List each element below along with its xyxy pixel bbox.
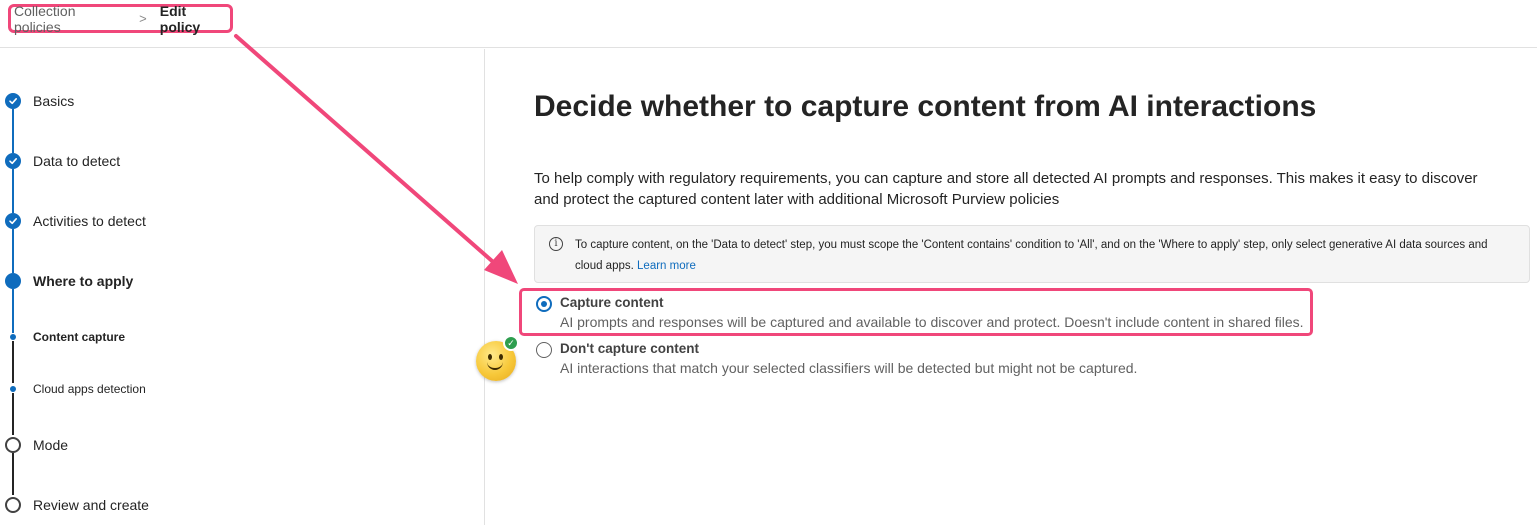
step-connector [12,341,14,383]
top-bar: Collection policies > Edit policy [0,0,1537,48]
step-completed-check-icon [5,213,21,229]
checkmark-icon [9,218,17,225]
smiley-emoji-icon: ✓ [476,335,519,381]
step-empty-circle-icon [5,497,21,513]
page-description: To help comply with regulatory requireme… [534,170,1478,208]
info-message-text: To capture content, on the 'Data to dete… [575,239,1488,272]
capture-content-description: AI prompts and responses will be capture… [560,314,1304,330]
step-data-to-detect[interactable]: Data to detect [33,153,120,169]
dont-capture-content-radio[interactable] [536,342,552,358]
info-message-bar: i To capture content, on the 'Data to de… [534,225,1530,283]
step-completed-check-icon [5,153,21,169]
step-connector [12,109,14,153]
page-title: Decide whether to capture content from A… [534,90,1317,123]
step-basics[interactable]: Basics [33,93,74,109]
capture-content-radio[interactable] [536,296,552,312]
step-completed-check-icon [5,93,21,109]
step-where-to-apply[interactable]: Where to apply [33,273,133,289]
dont-capture-content-label[interactable]: Don't capture content [560,341,699,356]
step-connector [12,393,14,435]
step-connector [12,169,14,213]
step-connector [12,453,14,495]
substep-content-capture[interactable]: Content capture [33,330,125,344]
step-review-and-create[interactable]: Review and create [33,497,149,513]
dont-capture-content-description: AI interactions that match your selected… [560,360,1138,376]
step-current-dot-icon [5,273,21,289]
step-empty-circle-icon [5,437,21,453]
substep-cloud-apps-detection[interactable]: Cloud apps detection [33,382,146,396]
info-icon: i [549,237,563,251]
step-connector [12,229,14,273]
breadcrumb-current: Edit policy [159,2,201,35]
breadcrumb: Collection policies > Edit policy [8,2,233,35]
capture-content-label[interactable]: Capture content [560,295,664,310]
main-panel: Decide whether to capture content from A… [486,49,1537,525]
chevron-right-icon: > [139,11,147,26]
info-message: To capture content, on the 'Data to dete… [575,235,1515,277]
smiley-mouth [487,358,503,370]
check-badge-icon: ✓ [503,335,519,351]
checkmark-icon [9,98,17,105]
step-mode[interactable]: Mode [33,437,68,453]
substep-dot-icon [10,334,16,340]
learn-more-link[interactable]: Learn more [637,260,696,272]
substep-dot-icon [10,386,16,392]
step-activities-to-detect[interactable]: Activities to detect [33,213,146,229]
step-connector [12,289,14,333]
checkmark-icon [9,158,17,165]
wizard-stepper: Basics Data to detect Activities to dete… [0,49,485,525]
breadcrumb-collection-policies-link[interactable]: Collection policies [14,3,125,35]
